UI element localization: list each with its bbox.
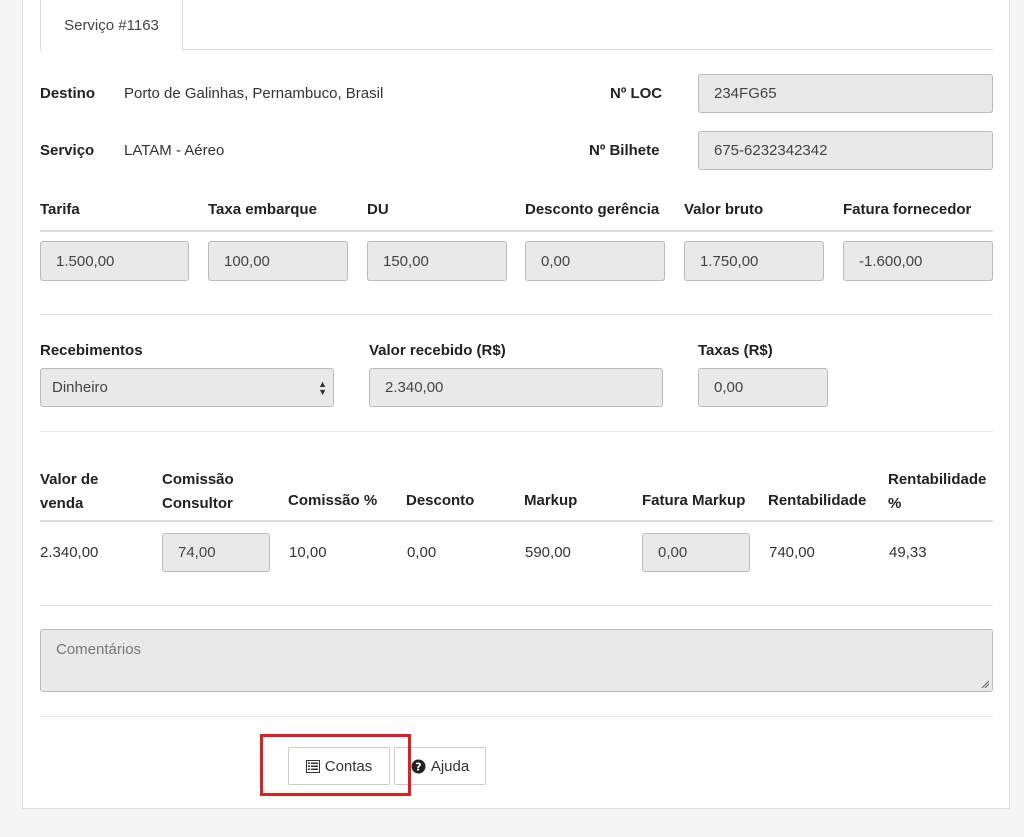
divider (40, 431, 993, 432)
tab-servico[interactable]: Serviço #1163 (40, 0, 183, 51)
highlight-box (260, 734, 411, 796)
select-arrows-icon: ▲ ▼ (318, 379, 327, 397)
taxas-value: 0,00 (714, 379, 744, 396)
comissao-consultor-field[interactable]: 74,00 (162, 533, 270, 572)
valor-recebido-label: Valor recebido (R$) (369, 342, 506, 359)
header-comissao-pct: Comissão % (288, 492, 378, 509)
divider (40, 314, 993, 315)
loc-field[interactable]: 234FG65 (698, 74, 993, 113)
taxas-field[interactable]: 0,00 (698, 368, 828, 407)
comentarios-textarea[interactable]: Comentários (40, 629, 993, 692)
servico-label: Serviço (40, 142, 95, 159)
comentarios-placeholder: Comentários (56, 641, 142, 658)
question-circle-icon: ? (411, 759, 426, 773)
rentabilidade-pct-value: 49,33 (889, 544, 927, 561)
divider (40, 605, 993, 606)
du-field[interactable]: 150,00 (367, 241, 507, 281)
desconto-gerencia-field[interactable]: 0,00 (525, 241, 665, 281)
valor-venda-value: 2.340,00 (40, 544, 99, 561)
header-desconto-gerencia: Desconto gerência (525, 201, 660, 218)
fatura-fornecedor-field[interactable]: -1.600,00 (843, 241, 993, 281)
du-value: 150,00 (383, 252, 429, 270)
header-taxa-embarque: Taxa embarque (208, 201, 317, 218)
header-rentabilidade: Rentabilidade (768, 492, 867, 509)
svg-text:?: ? (415, 760, 421, 773)
tab-label: Serviço #1163 (64, 16, 159, 34)
comissao-consultor-value: 74,00 (178, 544, 216, 561)
destino-label: Destino (40, 85, 96, 102)
comissao-pct-value: 10,00 (289, 544, 327, 561)
taxa-embarque-field[interactable]: 100,00 (208, 241, 348, 281)
resize-grip-icon[interactable] (981, 680, 989, 688)
bilhete-field[interactable]: 675-6232342342 (698, 131, 993, 170)
header-rentabilidade-pct: Rentabilidade% (888, 471, 987, 512)
valor-bruto-value: 1.750,00 (700, 252, 759, 270)
rentabilidade-value: 740,00 (769, 544, 815, 561)
recebimentos-select[interactable]: Dinheiro ▲ ▼ (40, 368, 334, 407)
header-tarifa: Tarifa (40, 201, 80, 218)
recebimentos-label: Recebimentos (40, 342, 143, 359)
tarifa-field[interactable]: 1.500,00 (40, 241, 189, 281)
divider (40, 716, 993, 717)
desconto-value: 0,00 (407, 544, 437, 561)
loc-value: 234FG65 (714, 85, 777, 102)
taxa-embarque-value: 100,00 (224, 252, 270, 270)
fatura-fornecedor-value: -1.600,00 (859, 252, 923, 270)
tarifas-header-line (40, 230, 993, 232)
fatura-markup-value: 0,00 (658, 544, 688, 561)
tarifa-value: 1.500,00 (56, 252, 115, 270)
fatura-markup-field[interactable]: 0,00 (642, 533, 750, 572)
header-desconto: Desconto (406, 492, 475, 509)
header-fatura-fornecedor: Fatura fornecedor (843, 201, 972, 218)
valor-recebido-value: 2.340,00 (385, 379, 444, 396)
header-du: DU (367, 201, 389, 218)
valor-recebido-field[interactable]: 2.340,00 (369, 368, 663, 407)
header-valor-venda: Valor de venda (40, 471, 99, 512)
bilhete-value: 675-6232342342 (714, 142, 828, 159)
markup-value: 590,00 (525, 544, 571, 561)
header-markup: Markup (524, 492, 578, 509)
resumo-header-line (40, 520, 993, 522)
destino-value: Porto de Galinhas, Pernambuco, Brasil (124, 85, 384, 102)
recebimentos-selected: Dinheiro (52, 379, 108, 396)
bilhete-label: Nº Bilhete (589, 142, 660, 159)
desconto-gerencia-value: 0,00 (541, 252, 571, 270)
header-fatura-markup: Fatura Markup (642, 492, 746, 509)
header-valor-bruto: Valor bruto (684, 201, 764, 218)
taxas-label: Taxas (R$) (698, 342, 773, 359)
ajuda-label: Ajuda (430, 757, 470, 775)
valor-bruto-field[interactable]: 1.750,00 (684, 241, 824, 281)
servico-value: LATAM - Aéreo (124, 142, 225, 159)
header-comissao-consultor: Comissão Consultor (162, 471, 234, 512)
loc-label: Nº LOC (610, 85, 663, 102)
